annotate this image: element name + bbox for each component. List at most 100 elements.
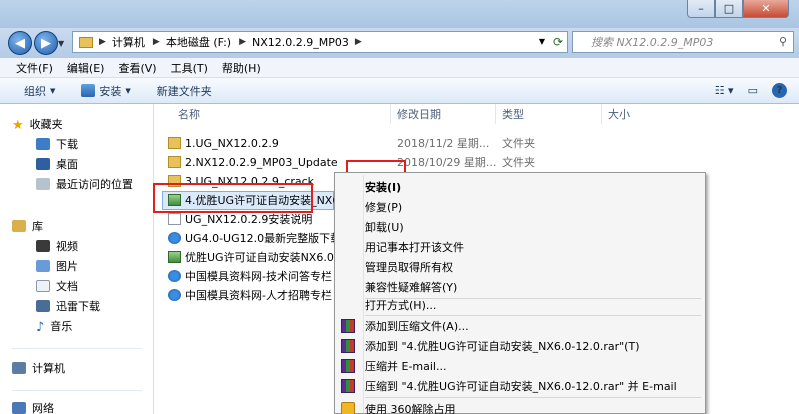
menu-file[interactable]: 文件(F) <box>16 60 53 76</box>
network-icon <box>12 402 26 414</box>
recent-pages-dropdown[interactable]: ▼ <box>58 39 64 48</box>
winrar-icon <box>341 359 355 373</box>
menu-item-open-notepad[interactable]: 用记事本打开该文件 <box>365 237 464 257</box>
organize-button[interactable]: 组织 ▼ <box>24 83 55 99</box>
sidebar-item-music[interactable]: ♪ 音乐 <box>36 318 72 335</box>
menu-tools[interactable]: 工具(T) <box>171 60 208 76</box>
computer-icon <box>12 362 26 374</box>
sidebar-item-xunlei[interactable]: 迅雷下载 <box>36 298 100 314</box>
menu-item-compress-email[interactable]: 压缩并 E-mail... <box>365 356 446 376</box>
breadcrumb[interactable]: ▶ 计算机 <box>99 34 145 50</box>
internet-shortcut-icon <box>168 270 181 282</box>
preview-pane-icon[interactable]: ▭ <box>748 84 758 97</box>
column-header-size[interactable]: 大小 <box>608 106 630 122</box>
maximize-button[interactable]: □ <box>715 0 743 18</box>
table-row[interactable]: 2.NX12.0.2.9_MP03_Update <box>168 153 338 171</box>
divider <box>363 175 364 413</box>
window-controls: – □ ✕ <box>687 0 789 18</box>
install-button[interactable]: 安装 ▼ <box>81 83 131 99</box>
minimize-button[interactable]: – <box>687 0 715 18</box>
menu-item-360-unlock[interactable]: 使用 360解除占用 <box>365 399 456 414</box>
star-icon: ★ <box>12 118 24 133</box>
downloads-icon <box>36 138 50 150</box>
highlight-box <box>153 183 313 213</box>
menu-item-uninstall[interactable]: 卸载(U) <box>365 217 404 237</box>
recent-places-icon <box>36 178 50 190</box>
menu-item-compatibility[interactable]: 兼容性疑难解答(Y) <box>365 277 457 297</box>
menu-item-add-archive[interactable]: 添加到压缩文件(A)... <box>365 316 469 336</box>
folder-icon <box>79 36 93 48</box>
chevron-down-icon: ▼ <box>125 86 131 95</box>
search-icon[interactable]: ⚲ <box>779 35 787 48</box>
setup-icon <box>168 251 181 263</box>
menu-help[interactable]: 帮助(H) <box>222 60 261 76</box>
new-folder-button[interactable]: 新建文件夹 <box>157 83 212 99</box>
sidebar-item-computer[interactable]: 计算机 <box>12 360 65 376</box>
view-options-icon[interactable]: ☷ ▾ <box>715 84 734 97</box>
column-header-name[interactable]: 名称 <box>178 106 200 122</box>
internet-shortcut-icon <box>168 289 181 301</box>
internet-shortcut-icon <box>168 232 181 244</box>
document-icon <box>36 280 50 292</box>
winrar-icon <box>341 339 355 353</box>
divider[interactable] <box>601 104 602 124</box>
video-icon <box>36 240 50 252</box>
divider <box>365 397 701 398</box>
menu-item-open-with[interactable]: 打开方式(H)... <box>365 295 436 315</box>
menu-item-repair[interactable]: 修复(P) <box>365 197 402 217</box>
menu-edit[interactable]: 编辑(E) <box>67 60 105 76</box>
sidebar-item-pictures[interactable]: 图片 <box>36 258 78 274</box>
text-file-icon <box>168 213 181 225</box>
toolbar: 组织 ▼ 安装 ▼ 新建文件夹 ☷ ▾ ▭ ? <box>0 78 799 104</box>
close-button[interactable]: ✕ <box>743 0 789 18</box>
window-frame: – □ ✕ <box>0 0 799 28</box>
picture-icon <box>36 260 50 272</box>
column-header-date[interactable]: 修改日期 <box>397 106 441 122</box>
column-header-type[interactable]: 类型 <box>502 106 524 122</box>
forward-button[interactable]: ▶ <box>34 31 58 55</box>
divider[interactable] <box>390 104 391 124</box>
menu-item-install[interactable]: 安装(I) <box>365 177 401 197</box>
folder-icon <box>168 137 181 149</box>
menu-view[interactable]: 查看(V) <box>118 60 156 76</box>
address-bar[interactable]: ▶ 计算机 ▶ 本地磁盘 (F:) ▶ NX12.0.2.9_MP03 ▶ ▼ ⟳ <box>72 31 568 53</box>
menu-item-take-ownership[interactable]: 管理员取得所有权 <box>365 257 453 277</box>
back-button[interactable]: ◀ <box>8 31 32 55</box>
music-icon: ♪ <box>36 320 45 335</box>
folder-icon <box>168 156 181 168</box>
chevron-down-icon[interactable]: ▼ <box>539 37 545 46</box>
search-input[interactable]: 搜索 NX12.0.2.9_MP03 ⚲ <box>572 31 794 53</box>
sidebar-item-recent[interactable]: 最近访问的位置 <box>36 176 133 192</box>
setup-icon <box>81 84 96 97</box>
table-row[interactable]: 1.UG_NX12.0.2.9 <box>168 134 279 152</box>
chevron-down-icon: ▼ <box>50 86 56 95</box>
navigation-pane: ★ 收藏夹 下载 桌面 最近访问的位置 库 视频 图片 文档 迅雷下载 ♪ 音乐 计… <box>0 104 154 414</box>
breadcrumb[interactable]: ▶ 本地磁盘 (F:) <box>153 34 231 50</box>
context-menu: 安装(I) 修复(P) 卸载(U) 用记事本打开该文件 管理员取得所有权 兼容性… <box>334 172 706 414</box>
table-row[interactable]: UG4.0-UG12.0最新完整版下载 <box>168 229 341 247</box>
divider <box>12 348 142 349</box>
file-type: 文件夹 <box>502 156 535 169</box>
table-row[interactable]: 中国模具资料网-人才招聘专栏 <box>168 286 332 304</box>
sidebar-item-videos[interactable]: 视频 <box>36 238 78 254</box>
sidebar-item-downloads[interactable]: 下载 <box>36 136 78 152</box>
sidebar-item-network[interactable]: 网络 <box>12 400 54 414</box>
sidebar-item-desktop[interactable]: 桌面 <box>36 156 78 172</box>
refresh-icon[interactable]: ⟳ <box>553 35 563 49</box>
table-row[interactable]: 中国模具资料网-技术问答专栏 <box>168 267 332 285</box>
menu-item-compress-rar-email[interactable]: 压缩到 "4.优胜UG许可证自动安装_NX6.0-12.0.rar" 并 E-m… <box>365 376 677 396</box>
help-icon[interactable]: ? <box>772 83 787 98</box>
table-row[interactable]: 优胜UG许可证自动安装NX6.0-1 <box>168 248 345 266</box>
breadcrumb[interactable]: ▶ NX12.0.2.9_MP03 ▶ <box>239 36 368 49</box>
file-date: 2018/11/2 星期... <box>397 137 490 150</box>
unlock-360-icon <box>341 402 355 414</box>
winrar-icon <box>341 379 355 393</box>
sidebar-item-favorites[interactable]: ★ 收藏夹 <box>12 116 63 133</box>
library-icon <box>12 220 26 232</box>
divider <box>12 390 142 391</box>
divider[interactable] <box>495 104 496 124</box>
menu-bar: 文件(F) 编辑(E) 查看(V) 工具(T) 帮助(H) <box>0 58 799 78</box>
sidebar-item-documents[interactable]: 文档 <box>36 278 78 294</box>
menu-item-add-rar[interactable]: 添加到 "4.优胜UG许可证自动安装_NX6.0-12.0.rar"(T) <box>365 336 640 356</box>
sidebar-item-libraries[interactable]: 库 <box>12 218 43 234</box>
